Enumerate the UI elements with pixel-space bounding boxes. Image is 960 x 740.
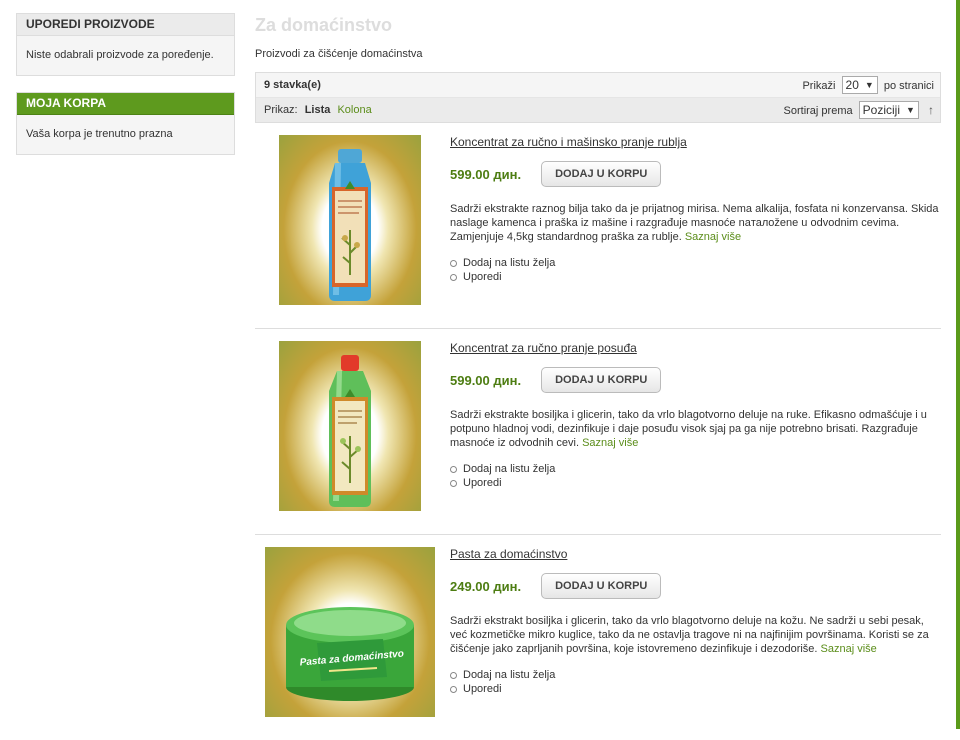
add-to-compare-link[interactable]: Uporedi	[463, 476, 502, 490]
sort-label: Sortiraj prema	[783, 105, 853, 117]
sorter-row: Prikaz: Lista Kolona Sortiraj prema Pozi…	[256, 98, 940, 122]
bullet-icon	[450, 259, 457, 267]
paste-jar-image: Pasta za domaćinstvo	[286, 607, 414, 701]
chevron-down-icon: ▼	[864, 80, 874, 90]
toolbar: 9 stavka(e) Prikaži 20 ▼ po stranici Pri…	[255, 72, 941, 123]
learn-more-link[interactable]: Saznaj više	[582, 437, 638, 449]
add-to-compare-link[interactable]: Uporedi	[463, 682, 502, 696]
product-name-link[interactable]: Koncentrat za ručno i mašinsko pranje ru…	[450, 135, 687, 149]
item-count: 9 stavka(e)	[264, 79, 321, 91]
product-item: Koncentrat za ručno i mašinsko pranje ru…	[255, 123, 941, 329]
compare-block: UPOREDI PROIZVODE Niste odabrali proizvo…	[16, 13, 235, 76]
sort-by: Sortiraj prema Poziciji ▼ ↑	[784, 101, 934, 119]
view-grid-link[interactable]: Kolona	[337, 104, 371, 116]
sort-select[interactable]: Poziciji ▼	[858, 101, 919, 119]
page-right-border	[956, 0, 960, 729]
cart-empty-text: Vaša korpa je trenutno prazna	[26, 128, 173, 140]
price-row: 249.00 дин. DODAJ U KORPU	[450, 573, 940, 599]
product-item: Pasta za domaćinstvo Pasta za domaćinstv…	[255, 535, 941, 740]
view-list-current: Lista	[304, 104, 331, 116]
add-to-cart-button[interactable]: DODAJ U KORPU	[541, 161, 662, 187]
add-to-wishlist-link[interactable]: Dodaj na listu želja	[463, 462, 555, 476]
wishlist-item: Dodaj na listu želja	[450, 256, 940, 270]
wishlist-item: Dodaj na listu želja	[450, 668, 940, 682]
cart-block-title: MOJA KORPA	[17, 93, 234, 115]
product-description: Sadrži ekstrakt bosiljka i glicerin, tak…	[450, 614, 940, 656]
product-image[interactable]	[279, 341, 421, 511]
product-description: Sadrži ekstrakte bosiljka i glicerin, ta…	[450, 408, 940, 450]
pager-row: 9 stavka(e) Prikaži 20 ▼ po stranici	[256, 73, 940, 98]
product-info: Pasta za domaćinstvo 249.00 дин. DODAJ U…	[450, 547, 940, 696]
product-description: Sadrži ekstrakte raznog bilja tako da je…	[450, 202, 940, 244]
bullet-icon	[450, 671, 457, 679]
compare-item: Uporedi	[450, 476, 940, 490]
view-label: Prikaz:	[264, 104, 298, 116]
product-price: 599.00 дин.	[450, 166, 522, 182]
product-image[interactable]	[279, 135, 421, 305]
product-info: Koncentrat za ručno i mašinsko pranje ru…	[450, 135, 940, 284]
bullet-icon	[450, 685, 457, 693]
per-page-label: po stranici	[883, 80, 934, 92]
product-list: Koncentrat za ručno i mašinsko pranje ru…	[255, 123, 941, 740]
show-label: Prikaži	[802, 80, 836, 92]
sort-value: Poziciji	[862, 103, 901, 117]
compare-item: Uporedi	[450, 270, 940, 284]
product-image[interactable]: Pasta za domaćinstvo	[265, 547, 435, 717]
compare-block-title: UPOREDI PROIZVODE	[17, 14, 234, 36]
view-mode: Prikaz: Lista Kolona	[264, 104, 372, 116]
price-row: 599.00 дин. DODAJ U KORPU	[450, 367, 940, 393]
learn-more-link[interactable]: Saznaj više	[821, 643, 877, 655]
add-to-links: Dodaj na listu želja Uporedi	[450, 462, 940, 490]
compare-item: Uporedi	[450, 682, 940, 696]
add-to-wishlist-link[interactable]: Dodaj na listu želja	[463, 668, 555, 682]
add-to-links: Dodaj na listu želja Uporedi	[450, 256, 940, 284]
page-title: Za domaćinstvo	[255, 15, 393, 35]
bullet-icon	[450, 479, 457, 487]
limit-select[interactable]: 20 ▼	[841, 76, 878, 94]
chevron-down-icon: ▼	[906, 105, 915, 115]
add-to-cart-button[interactable]: DODAJ U KORPU	[541, 573, 662, 599]
sort-direction-icon[interactable]: ↑	[928, 103, 934, 117]
learn-more-link[interactable]: Saznaj više	[685, 231, 741, 243]
product-name-link[interactable]: Pasta za domaćinstvo	[450, 547, 567, 561]
add-to-cart-button[interactable]: DODAJ U KORPU	[541, 367, 662, 393]
product-item: Koncentrat za ručno pranje posuđa 599.00…	[255, 329, 941, 535]
product-description-text: Sadrži ekstrakte bosiljka i glicerin, ta…	[450, 409, 927, 449]
category-description: Proizvodi za čišćenje domaćinstva	[255, 48, 423, 60]
bullet-icon	[450, 465, 457, 473]
wishlist-item: Dodaj na listu želja	[450, 462, 940, 476]
cart-block: MOJA KORPA Vaša korpa je trenutno prazna	[16, 92, 235, 155]
add-to-compare-link[interactable]: Uporedi	[463, 270, 502, 284]
compare-empty-text: Niste odabrali proizvode za poređenje.	[26, 49, 214, 61]
limiter: Prikaži 20 ▼ po stranici	[802, 76, 934, 94]
main-content: Za domaćinstvo Proizvodi za čišćenje dom…	[255, 13, 941, 740]
sidebar: UPOREDI PROIZVODE Niste odabrali proizvo…	[16, 13, 235, 171]
product-info: Koncentrat za ručno pranje posuđa 599.00…	[450, 341, 940, 490]
bottle-blue-image	[329, 149, 371, 301]
product-price: 599.00 дин.	[450, 372, 522, 388]
add-to-links: Dodaj na listu želja Uporedi	[450, 668, 940, 696]
product-price: 249.00 дин.	[450, 578, 522, 594]
price-row: 599.00 дин. DODAJ U KORPU	[450, 161, 940, 187]
limit-value: 20	[845, 78, 859, 92]
add-to-wishlist-link[interactable]: Dodaj na listu želja	[463, 256, 555, 270]
bullet-icon	[450, 273, 457, 281]
bottle-green-image	[329, 355, 371, 507]
product-name-link[interactable]: Koncentrat za ručno pranje posuđa	[450, 341, 637, 355]
